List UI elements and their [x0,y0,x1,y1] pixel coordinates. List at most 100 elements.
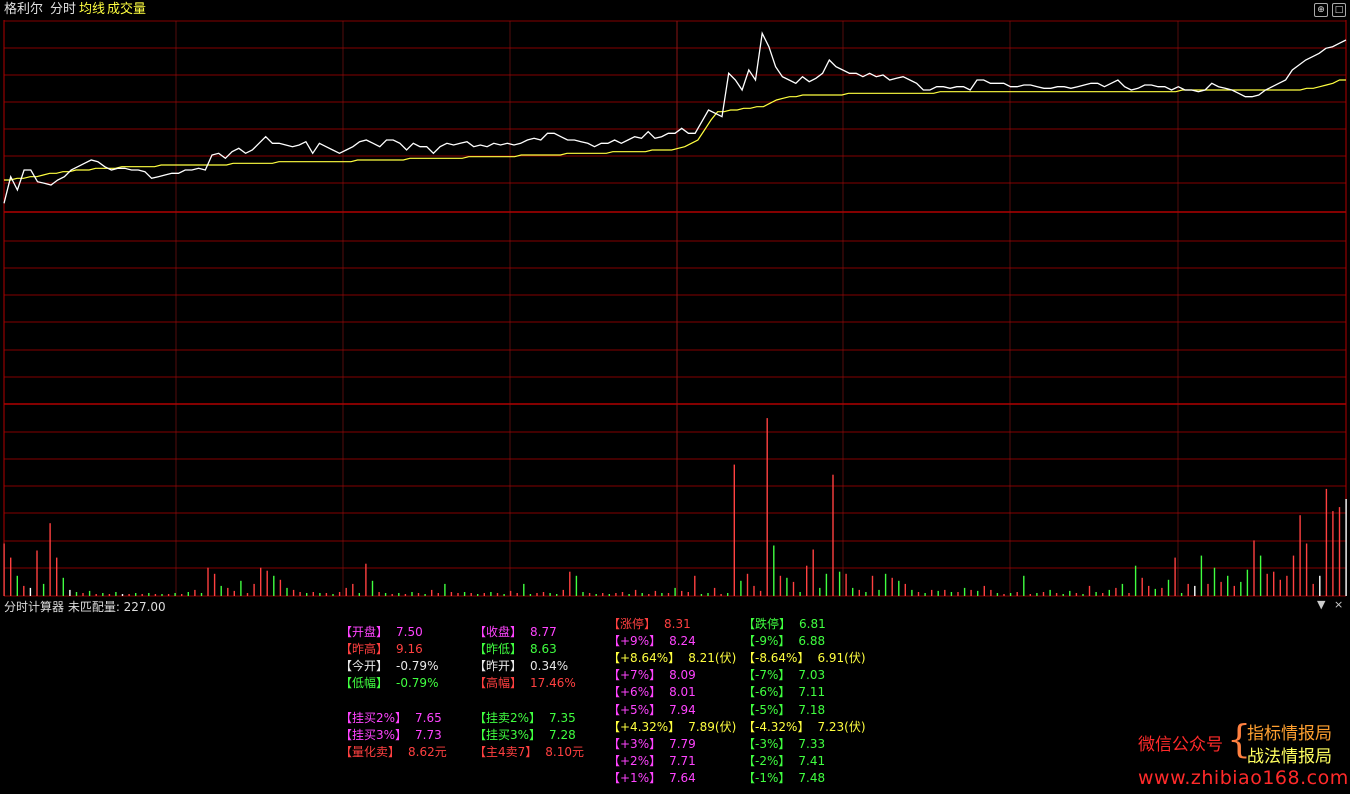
volume-bar [970,589,972,596]
volume-bar [799,592,801,596]
volume-bar [332,594,334,596]
calc-value: 17.46% [530,676,576,690]
volume-bar [1286,575,1288,596]
calc-key: 【+6%】 [608,685,662,700]
volume-bar [338,592,341,596]
calc-row: 【昨高】 9.16 [340,641,423,657]
volume-bar [213,573,216,596]
volume-bar [911,589,913,596]
volume-bar [102,593,104,596]
calc-key: 【+8.64%】 [608,651,681,666]
volume-bar [1332,511,1334,596]
volume-bar [404,594,407,596]
volume-bar [1292,555,1295,596]
volume-bar [661,593,663,596]
calc-key: 【今开】 [340,659,389,673]
volume-bar [424,594,426,596]
calc-row: 【+2%】 7.71 [608,753,696,769]
price-line [3,31,1347,204]
calc-value: 8.09 [669,668,696,683]
volume-bar [1154,588,1156,596]
volume-bar [917,592,920,596]
volume-bar [1042,592,1045,596]
volume-bar [838,571,841,596]
volume-bar [1161,587,1163,596]
volume-bar [437,593,439,596]
volume-bar [141,594,143,596]
calc-value: 7.65 [415,711,442,725]
volume-bar [187,592,189,596]
calc-value: 7.79 [669,736,696,751]
volume-bar [786,577,788,596]
volume-bar [562,589,564,596]
volume-bar [1069,590,1071,596]
calc-row: 【跌停】 6.81 [743,616,826,632]
volume-bar [1266,573,1268,596]
volume-bar [10,557,12,596]
volume-bar [937,590,939,596]
volume-bar [1134,565,1137,596]
calc-key: 【+3%】 [608,736,662,751]
calc-key: 【-8.64%】 [743,651,810,666]
volume-bar [779,575,782,596]
calc-key: 【-3%】 [743,736,791,751]
volume-bar [1148,585,1150,596]
volume-bar [411,592,413,596]
volume-bar [648,594,650,596]
calc-row: 【-8.64%】 6.91(伏) [743,650,866,666]
volume-bar [121,594,124,596]
volume-bar [1003,594,1005,596]
volume-bar [1325,488,1328,596]
volume-bar [1128,593,1130,596]
calc-value: 7.23(伏) [817,719,866,734]
calc-row: 【昨低】 8.63 [474,641,557,657]
volume-bar [490,592,492,596]
calc-value: 7.64 [669,770,696,785]
volume-bar [904,583,906,596]
calc-row: 【-1%】 7.48 [743,770,825,786]
calc-row: 【开盘】 7.50 [340,624,423,640]
volume-bar [1095,592,1097,596]
volume-bar [496,593,499,596]
volume-bar [1174,557,1176,596]
calc-value: 7.33 [798,736,826,751]
volume-bar [450,592,453,596]
calc-key: 【昨高】 [340,642,389,656]
volume-bar [135,593,137,596]
volume-bar [148,593,150,596]
calc-key: 【-5%】 [743,702,791,717]
volume-bar [720,594,722,596]
volume-bar [62,577,64,596]
volume-bar [891,577,893,596]
volume-bar [1233,585,1235,596]
volume-bar [352,583,354,596]
volume-bar [1319,575,1321,596]
volume-bar [260,567,262,596]
volume-bar [1338,507,1341,596]
close-button[interactable]: × [1334,598,1343,611]
calc-row: 【+9%】 8.24 [608,633,696,649]
calc-value: 7.73 [415,728,442,742]
intraday-chart[interactable] [0,0,1350,600]
calc-row: 【昨开】 0.34% [474,658,568,674]
calculator-title: 分时计算器 未匹配量: 227.00 [4,600,166,614]
volume-bar [3,543,5,596]
volume-bar [75,592,78,596]
volume-bar [990,589,992,596]
avg-price-line [4,79,1346,181]
calc-row: 【+4.32%】 7.89(伏) [608,719,736,735]
volume-bar [279,579,282,596]
volume-bar [542,592,545,596]
volume-bar [1016,592,1018,596]
volume-bar [825,573,828,596]
collapse-button[interactable]: ▼ [1317,598,1325,611]
volume-bar [595,594,597,596]
volume-bar [1023,575,1025,596]
volume-bar [727,593,729,596]
volume-bar [1279,579,1281,596]
volume-bar [181,594,183,596]
volume-bar [1082,594,1084,596]
volume-bar [16,575,18,596]
volume-bar [529,594,532,596]
calc-key: 【+4.32%】 [608,719,681,734]
